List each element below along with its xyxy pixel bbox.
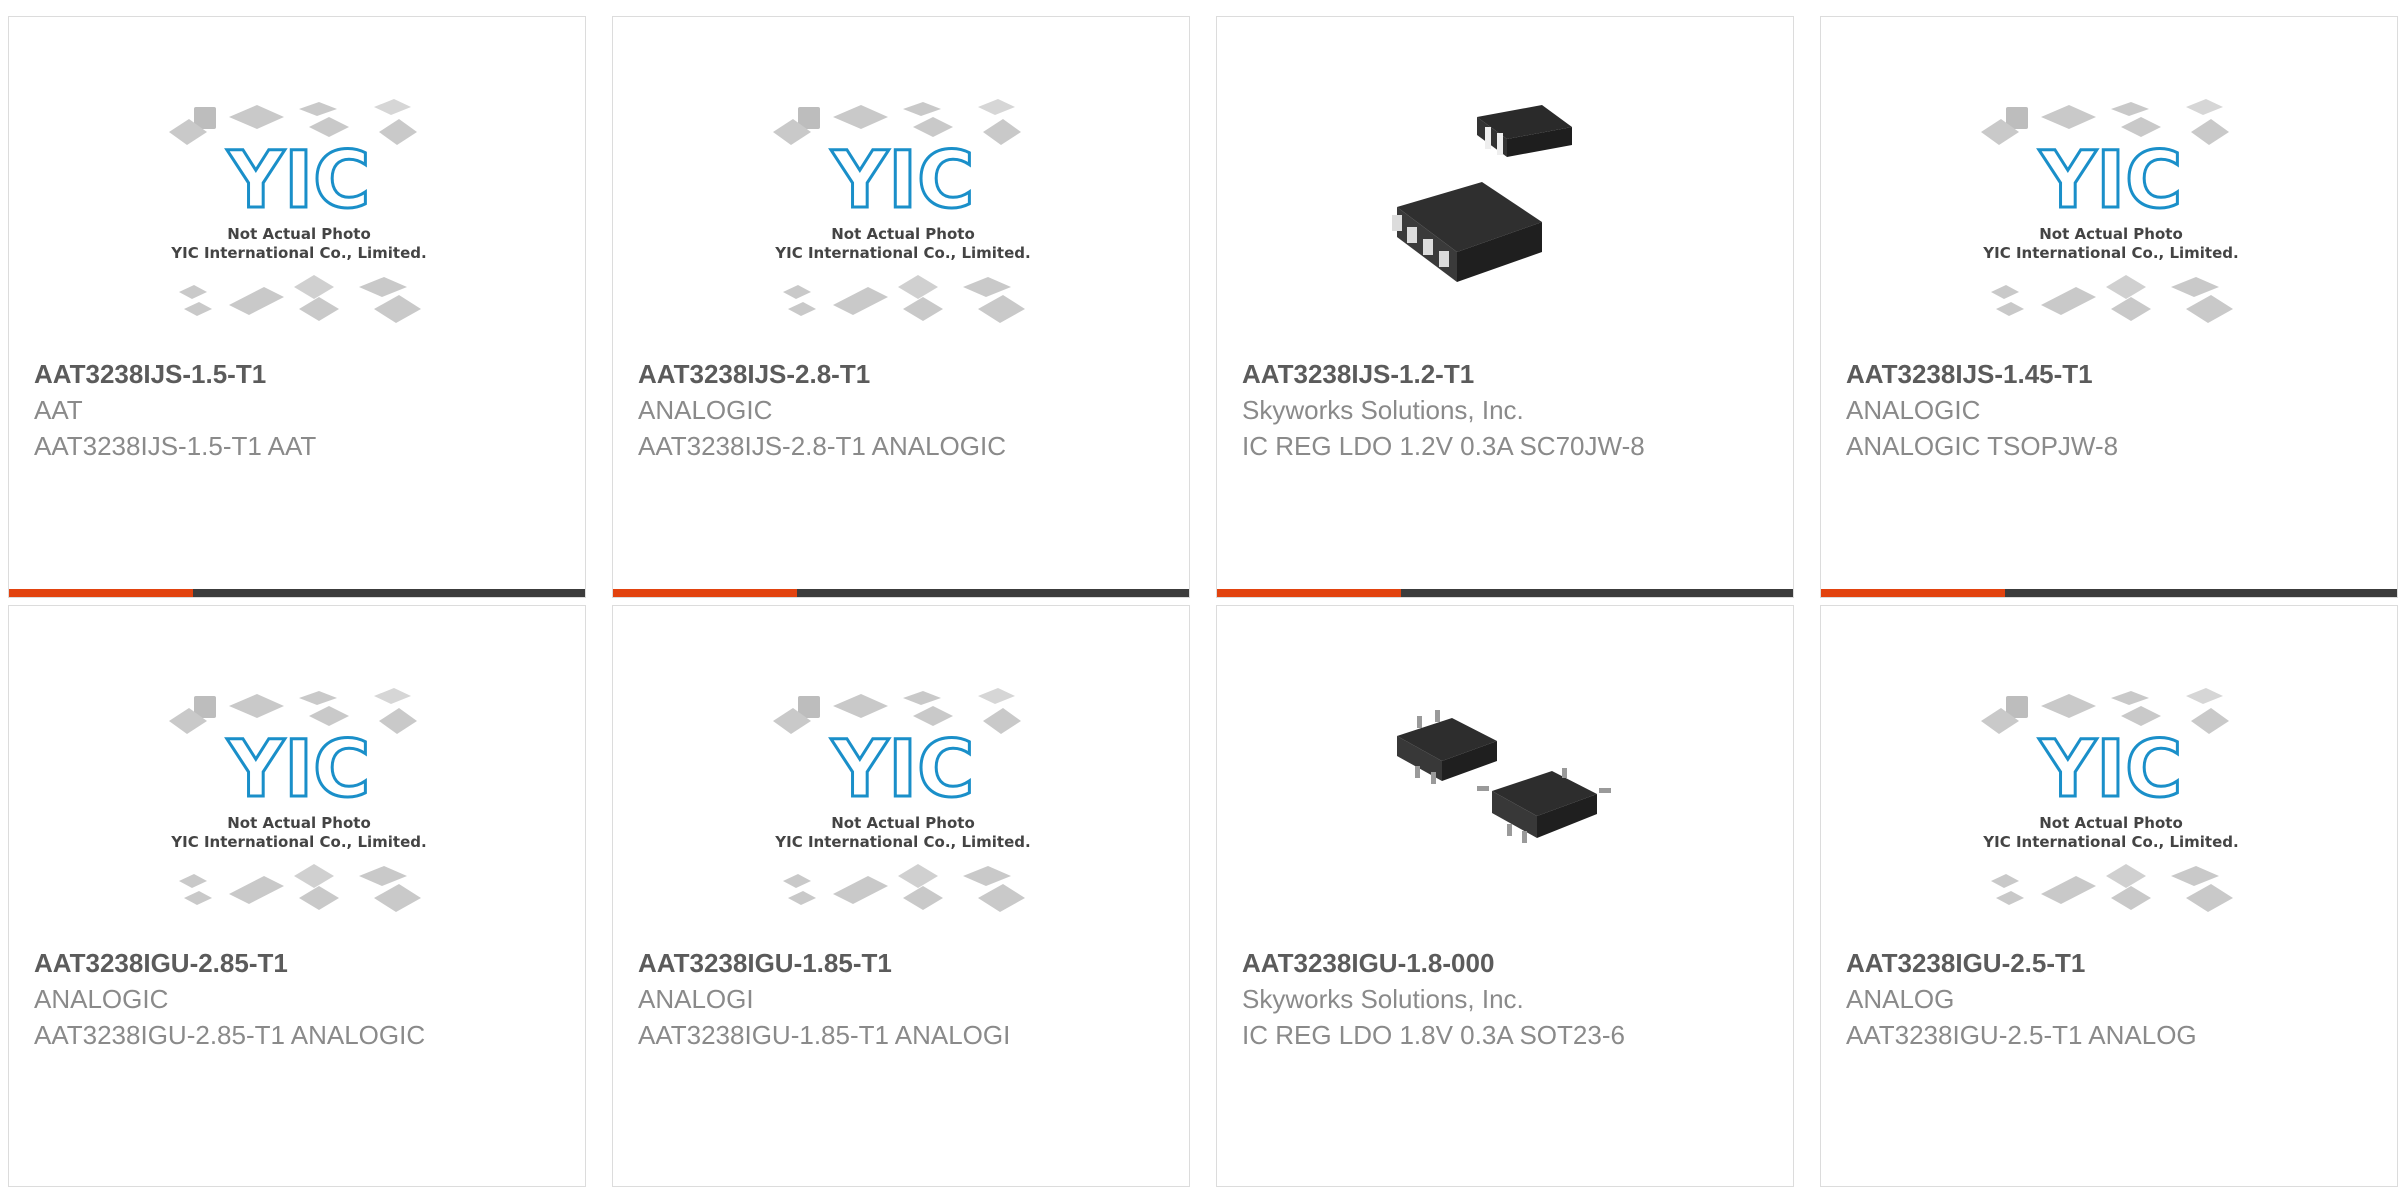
product-card[interactable]: AAT3238IJS-1.2-T1 Skyworks Solutions, In…	[1216, 16, 1794, 598]
chip-thumbnails-icon	[783, 864, 1025, 912]
part-number-link[interactable]: AAT3238IJS-2.8-T1	[638, 356, 1158, 392]
yic-logo-icon: YIC	[2039, 725, 2183, 815]
product-info: AAT3238IGU-2.85-T1 ANALOGIC AAT3238IGU-2…	[34, 945, 554, 1053]
yic-logo-icon: YIC	[2039, 136, 2183, 226]
sot23-6-chip-image	[1397, 710, 1611, 843]
product-info: AAT3238IGU-1.8-000 Skyworks Solutions, I…	[1242, 945, 1762, 1053]
part-number-link[interactable]: AAT3238IGU-2.5-T1	[1846, 945, 2366, 981]
placeholder-company: YIC International Co., Limited.	[1982, 244, 2238, 262]
sc70jw8-chip-image	[1392, 105, 1572, 282]
product-card[interactable]: YIC Not Actual Photo YIC International C…	[612, 605, 1190, 1187]
product-info: AAT3238IJS-2.8-T1 ANALOGIC AAT3238IJS-2.…	[638, 356, 1158, 464]
manufacturer: ANALOGI	[638, 984, 754, 1014]
card-bottom-bar	[1821, 589, 2397, 597]
product-card[interactable]: YIC Not Actual Photo YIC International C…	[8, 605, 586, 1187]
part-number-link[interactable]: AAT3238IJS-1.5-T1	[34, 356, 554, 392]
chip-thumbnails-icon	[179, 864, 421, 912]
card-accent-bar	[9, 589, 193, 597]
placeholder-caption: Not Actual Photo	[227, 814, 371, 832]
product-card[interactable]: YIC Not Actual Photo YIC International C…	[612, 16, 1190, 598]
product-info: AAT3238IGU-2.5-T1 ANALOG AAT3238IGU-2.5-…	[1846, 945, 2366, 1053]
yic-logo-icon: YIC	[227, 725, 371, 815]
manufacturer: ANALOGIC	[34, 984, 169, 1014]
product-card[interactable]: YIC Not Actual Photo YIC International C…	[1820, 605, 2398, 1187]
manufacturer: AAT	[34, 395, 83, 425]
card-accent-bar	[1217, 589, 1401, 597]
description: AAT3238IGU-2.85-T1 ANALOGIC	[34, 1020, 426, 1050]
description: AAT3238IGU-2.5-T1 ANALOG	[1846, 1020, 2197, 1050]
chip-thumbnails-icon	[179, 275, 421, 323]
product-info: AAT3238IGU-1.85-T1 ANALOGI AAT3238IGU-1.…	[638, 945, 1158, 1053]
chip-photo-icon	[1392, 105, 1572, 282]
placeholder-caption: Not Actual Photo	[831, 814, 975, 832]
placeholder-caption: Not Actual Photo	[831, 225, 975, 243]
part-number-link[interactable]: AAT3238IJS-1.45-T1	[1846, 356, 2366, 392]
placeholder-caption: Not Actual Photo	[227, 225, 371, 243]
part-number-link[interactable]: AAT3238IGU-2.85-T1	[34, 945, 554, 981]
part-number-link[interactable]: AAT3238IJS-1.2-T1	[1242, 356, 1762, 392]
product-info: AAT3238IJS-1.2-T1 Skyworks Solutions, In…	[1242, 356, 1762, 464]
description: ANALOGIC TSOPJW-8	[1846, 431, 2119, 461]
placeholder-image: YIC Not Actual Photo YIC International C…	[773, 688, 1031, 912]
product-card[interactable]: YIC Not Actual Photo YIC International C…	[1820, 16, 2398, 598]
product-card[interactable]: YIC Not Actual Photo YIC International C…	[8, 16, 586, 598]
yic-logo-icon: YIC	[831, 725, 975, 815]
placeholder-company: YIC International Co., Limited.	[1982, 833, 2238, 851]
description: IC REG LDO 1.8V 0.3A SOT23-6	[1242, 1020, 1625, 1050]
placeholder-image: YIC Not Actual Photo YIC International C…	[1981, 688, 2239, 912]
placeholder-company: YIC International Co., Limited.	[170, 833, 426, 851]
card-bottom-bar	[9, 589, 585, 597]
placeholder-caption: Not Actual Photo	[2039, 814, 2183, 832]
placeholder-company: YIC International Co., Limited.	[774, 244, 1030, 262]
placeholder-company: YIC International Co., Limited.	[774, 833, 1030, 851]
placeholder-image: YIC Not Actual Photo YIC International C…	[773, 99, 1031, 323]
card-bottom-bar	[613, 589, 1189, 597]
placeholder-image: YIC Not Actual Photo YIC International C…	[169, 99, 427, 323]
placeholder-company: YIC International Co., Limited.	[170, 244, 426, 262]
part-number-link[interactable]: AAT3238IGU-1.8-000	[1242, 945, 1762, 981]
placeholder-caption: Not Actual Photo	[2039, 225, 2183, 243]
yic-logo-icon: YIC	[831, 136, 975, 226]
chip-thumbnails-icon	[1991, 275, 2233, 323]
chip-photo-icon	[1397, 710, 1611, 843]
card-accent-bar	[613, 589, 797, 597]
manufacturer: ANALOG	[1846, 984, 1955, 1014]
placeholder-image: YIC Not Actual Photo YIC International C…	[169, 688, 427, 912]
description: AAT3238IJS-1.5-T1 AAT	[34, 431, 317, 461]
manufacturer: Skyworks Solutions, Inc.	[1242, 395, 1524, 425]
manufacturer: ANALOGIC	[638, 395, 773, 425]
part-number-link[interactable]: AAT3238IGU-1.85-T1	[638, 945, 1158, 981]
chip-thumbnails-icon	[1991, 864, 2233, 912]
card-bottom-bar	[1217, 589, 1793, 597]
manufacturer: ANALOGIC	[1846, 395, 1981, 425]
placeholder-image: YIC Not Actual Photo YIC International C…	[1981, 99, 2239, 323]
chip-thumbnails-icon	[783, 275, 1025, 323]
product-info: AAT3238IJS-1.5-T1 AAT AAT3238IJS-1.5-T1 …	[34, 356, 554, 464]
card-accent-bar	[1821, 589, 2005, 597]
description: AAT3238IGU-1.85-T1 ANALOGI	[638, 1020, 1011, 1050]
yic-logo-icon: YIC	[227, 136, 371, 226]
product-info: AAT3238IJS-1.45-T1 ANALOGIC ANALOGIC TSO…	[1846, 356, 2366, 464]
product-card[interactable]: AAT3238IGU-1.8-000 Skyworks Solutions, I…	[1216, 605, 1794, 1187]
manufacturer: Skyworks Solutions, Inc.	[1242, 984, 1524, 1014]
description: AAT3238IJS-2.8-T1 ANALOGIC	[638, 431, 1006, 461]
description: IC REG LDO 1.2V 0.3A SC70JW-8	[1242, 431, 1645, 461]
